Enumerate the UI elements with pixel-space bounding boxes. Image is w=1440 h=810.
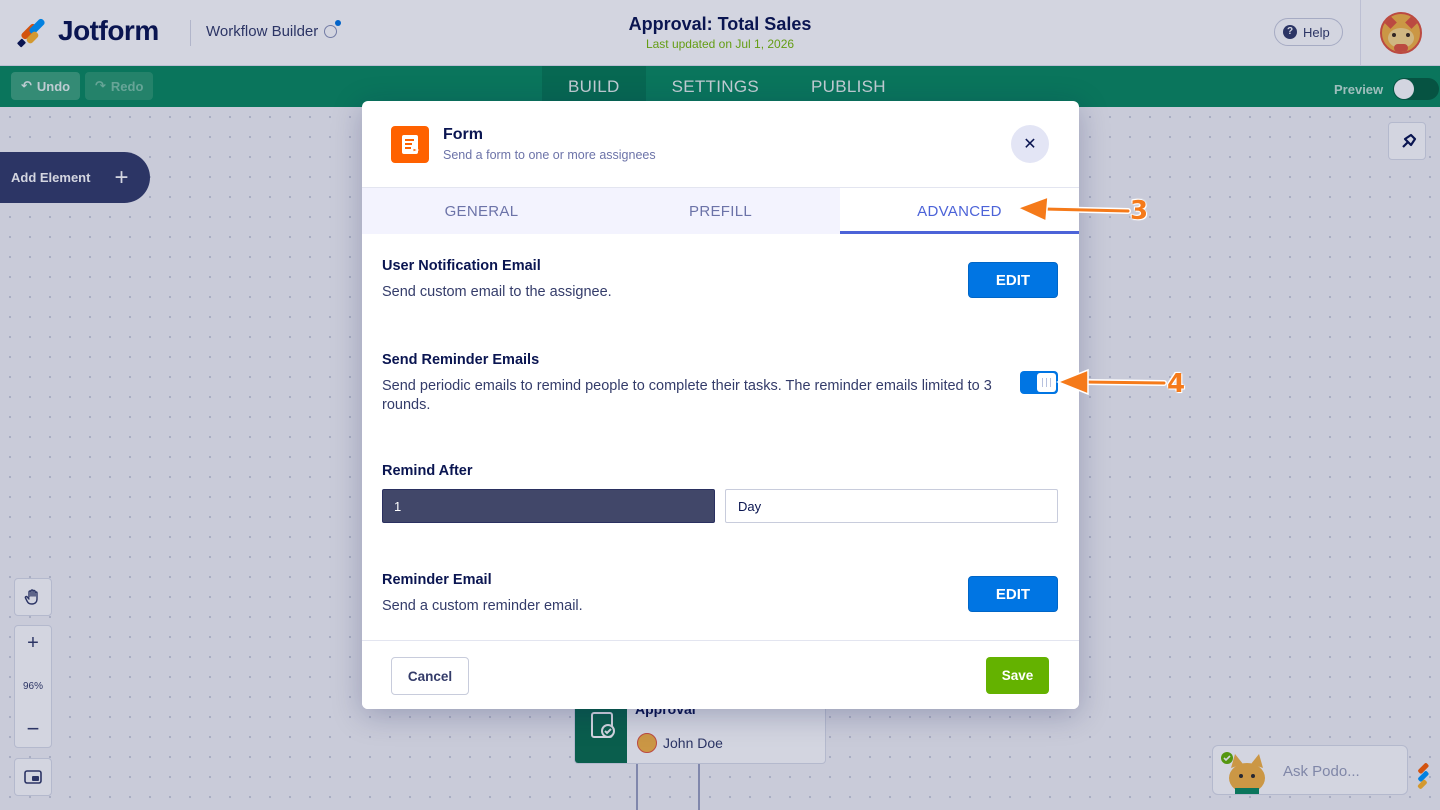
annotation-arrows <box>1016 195 1167 396</box>
toggle-grip-icon <box>1042 378 1051 387</box>
annotation-label-3: 3 <box>1130 196 1149 226</box>
annotation-arrow-3 <box>1016 195 1131 223</box>
annotation-label-4: 4 <box>1167 369 1186 399</box>
annotation-arrow-4 <box>1055 368 1167 396</box>
